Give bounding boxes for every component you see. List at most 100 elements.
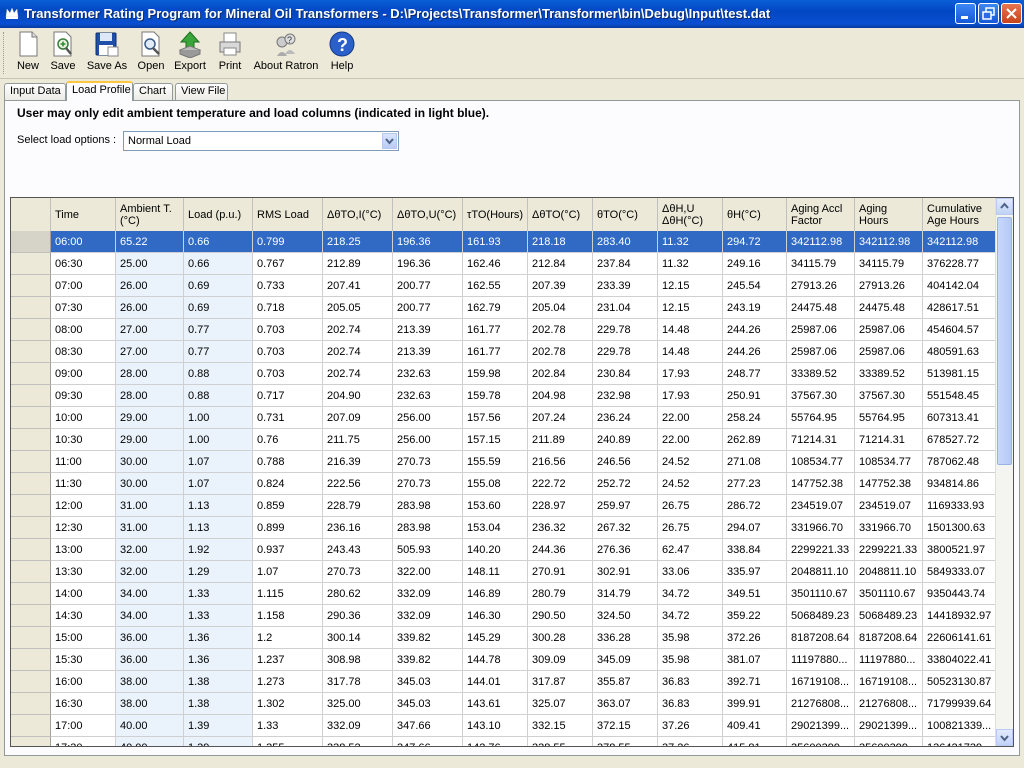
- load-options-select[interactable]: Normal Load: [123, 131, 399, 151]
- table-row[interactable]: 16:00 38.00 1.38 1.273 317.78 345.03 144.01 317…: [11, 671, 997, 693]
- editable-cell[interactable]: 1.33: [184, 583, 253, 605]
- column-header[interactable]: Aging Accl Factor: [787, 198, 855, 231]
- editable-cell[interactable]: 1.07: [184, 451, 253, 473]
- dropdown-button[interactable]: [382, 133, 397, 149]
- column-header[interactable]: ΔθTO(°C): [528, 198, 593, 231]
- row-header[interactable]: [11, 319, 51, 341]
- row-header[interactable]: [11, 385, 51, 407]
- row-header[interactable]: [11, 495, 51, 517]
- row-header[interactable]: [11, 363, 51, 385]
- table-row[interactable]: 14:00 34.00 1.33 1.115 280.62 332.09 146.89 280…: [11, 583, 997, 605]
- row-header[interactable]: [11, 627, 51, 649]
- column-header[interactable]: τTO(Hours): [463, 198, 528, 231]
- editable-cell[interactable]: 32.00: [116, 539, 184, 561]
- table-row[interactable]: 09:00 28.00 0.88 0.703 202.74 232.63 159.98 202…: [11, 363, 997, 385]
- help-button[interactable]: ? Help: [328, 30, 356, 76]
- editable-cell[interactable]: 1.13: [184, 495, 253, 517]
- row-header[interactable]: [11, 253, 51, 275]
- editable-cell[interactable]: 1.36: [184, 649, 253, 671]
- row-header[interactable]: [11, 561, 51, 583]
- editable-cell[interactable]: 40.00: [116, 715, 184, 737]
- column-header[interactable]: Ambient T.(°C): [116, 198, 184, 231]
- editable-cell[interactable]: 0.88: [184, 363, 253, 385]
- row-header[interactable]: [11, 715, 51, 737]
- tab-input-data[interactable]: Input Data: [4, 83, 66, 100]
- row-header[interactable]: [11, 231, 51, 253]
- row-header[interactable]: [11, 275, 51, 297]
- column-header[interactable]: ΔθH,U ΔθH(°C): [658, 198, 723, 231]
- editable-cell[interactable]: 36.00: [116, 649, 184, 671]
- editable-cell[interactable]: 38.00: [116, 671, 184, 693]
- editable-cell[interactable]: 31.00: [116, 517, 184, 539]
- column-header[interactable]: Cumulative Age Hours: [923, 198, 997, 231]
- editable-cell[interactable]: 0.66: [184, 253, 253, 275]
- row-header[interactable]: [11, 341, 51, 363]
- table-row[interactable]: 15:30 36.00 1.36 1.237 308.98 339.82 144.78 309…: [11, 649, 997, 671]
- table-row[interactable]: 06:30 25.00 0.66 0.767 212.89 196.36 162.46 212…: [11, 253, 997, 275]
- editable-cell[interactable]: 28.00: [116, 363, 184, 385]
- table-row[interactable]: 07:00 26.00 0.69 0.733 207.41 200.77 162.55 207…: [11, 275, 997, 297]
- editable-cell[interactable]: 0.88: [184, 385, 253, 407]
- editable-cell[interactable]: 38.00: [116, 693, 184, 715]
- table-row[interactable]: 15:00 36.00 1.36 1.2 300.14 339.82 145.29 300.2…: [11, 627, 997, 649]
- table-row[interactable]: 07:30 26.00 0.69 0.718 205.05 200.77 162.79 205…: [11, 297, 997, 319]
- vertical-scrollbar[interactable]: [995, 198, 1013, 746]
- table-row[interactable]: 12:30 31.00 1.13 0.899 236.16 283.98 153.04 236…: [11, 517, 997, 539]
- row-header[interactable]: [11, 583, 51, 605]
- close-button[interactable]: [1001, 3, 1022, 24]
- editable-cell[interactable]: 34.00: [116, 605, 184, 627]
- table-row[interactable]: 10:30 29.00 1.00 0.76 211.75 256.00 157.15 211.…: [11, 429, 997, 451]
- editable-cell[interactable]: 1.38: [184, 671, 253, 693]
- table-row[interactable]: 11:30 30.00 1.07 0.824 222.56 270.73 155.08 222…: [11, 473, 997, 495]
- editable-cell[interactable]: 40.00: [116, 737, 184, 746]
- new-button[interactable]: New: [14, 30, 42, 76]
- table-row[interactable]: 06:00 65.22 0.66 0.799 218.25 196.36 161.93 218…: [11, 231, 997, 253]
- column-header[interactable]: Load (p.u.): [184, 198, 253, 231]
- editable-cell[interactable]: 1.33: [184, 605, 253, 627]
- editable-cell[interactable]: 26.00: [116, 297, 184, 319]
- editable-cell[interactable]: 26.00: [116, 275, 184, 297]
- tab-chart[interactable]: Chart: [133, 83, 173, 100]
- editable-cell[interactable]: 65.22: [116, 231, 184, 253]
- editable-cell[interactable]: 1.38: [184, 693, 253, 715]
- editable-cell[interactable]: 29.00: [116, 407, 184, 429]
- editable-cell[interactable]: 34.00: [116, 583, 184, 605]
- editable-cell[interactable]: 1.00: [184, 407, 253, 429]
- column-header[interactable]: ΔθTO,U(°C): [393, 198, 463, 231]
- editable-cell[interactable]: 30.00: [116, 473, 184, 495]
- row-header[interactable]: [11, 605, 51, 627]
- open-button[interactable]: Open: [136, 30, 166, 76]
- about-button[interactable]: ? About Ratron: [253, 30, 319, 76]
- row-header[interactable]: [11, 671, 51, 693]
- editable-cell[interactable]: 27.00: [116, 341, 184, 363]
- editable-cell[interactable]: 0.69: [184, 275, 253, 297]
- row-header[interactable]: [11, 429, 51, 451]
- editable-cell[interactable]: 0.77: [184, 341, 253, 363]
- editable-cell[interactable]: 27.00: [116, 319, 184, 341]
- editable-cell[interactable]: 1.29: [184, 561, 253, 583]
- editable-cell[interactable]: 32.00: [116, 561, 184, 583]
- table-row[interactable]: 12:00 31.00 1.13 0.859 228.79 283.98 153.60 228…: [11, 495, 997, 517]
- editable-cell[interactable]: 1.00: [184, 429, 253, 451]
- tab-view-file[interactable]: View File: [175, 83, 228, 100]
- editable-cell[interactable]: 1.36: [184, 627, 253, 649]
- editable-cell[interactable]: 1.07: [184, 473, 253, 495]
- editable-cell[interactable]: 31.00: [116, 495, 184, 517]
- maximize-button[interactable]: [978, 3, 999, 24]
- editable-cell[interactable]: 1.13: [184, 517, 253, 539]
- column-header[interactable]: Time: [51, 198, 116, 231]
- grid-corner-header[interactable]: [11, 198, 51, 231]
- row-header[interactable]: [11, 407, 51, 429]
- table-row[interactable]: 08:30 27.00 0.77 0.703 202.74 213.39 161.77 202…: [11, 341, 997, 363]
- column-header[interactable]: RMS Load: [253, 198, 323, 231]
- editable-cell[interactable]: 30.00: [116, 451, 184, 473]
- table-row[interactable]: 14:30 34.00 1.33 1.158 290.36 332.09 146.30 290…: [11, 605, 997, 627]
- export-button[interactable]: Export: [173, 30, 207, 76]
- row-header[interactable]: [11, 473, 51, 495]
- table-row[interactable]: 10:00 29.00 1.00 0.731 207.09 256.00 157.56 207…: [11, 407, 997, 429]
- column-header[interactable]: θTO(°C): [593, 198, 658, 231]
- table-row[interactable]: 17:00 40.00 1.39 1.33 332.09 347.66 143.10 332.…: [11, 715, 997, 737]
- row-header[interactable]: [11, 649, 51, 671]
- save-as-button[interactable]: Save As: [86, 30, 128, 76]
- save-button[interactable]: Save: [49, 30, 77, 76]
